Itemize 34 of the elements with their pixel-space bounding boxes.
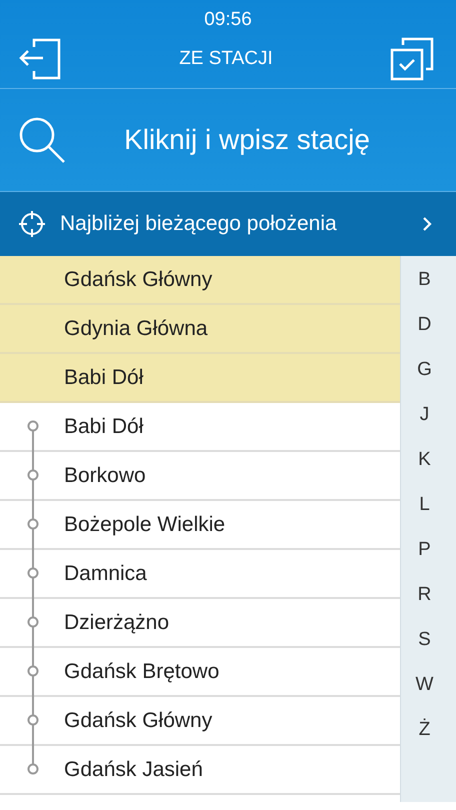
recent-station-item[interactable]: Gdańsk Główny xyxy=(0,256,400,305)
index-letter[interactable]: R xyxy=(401,572,448,617)
station-item[interactable]: Borkowo xyxy=(0,452,400,501)
timeline-node-icon xyxy=(28,647,38,696)
nearby-location-item[interactable]: Najbliżej bieżącego położenia xyxy=(0,192,456,256)
exit-icon[interactable] xyxy=(18,38,62,80)
status-time: 09:56 xyxy=(203,8,253,29)
timeline-node-icon xyxy=(28,549,38,598)
checkbox-copy-icon[interactable] xyxy=(390,36,434,80)
index-letter[interactable]: L xyxy=(401,482,448,527)
index-letter[interactable]: J xyxy=(401,392,448,437)
index-letter[interactable]: Ż xyxy=(401,707,448,752)
index-letter[interactable]: K xyxy=(401,437,448,482)
station-item[interactable]: Gdańsk Brętowo xyxy=(0,648,400,697)
index-letter[interactable]: P xyxy=(401,527,448,572)
timeline-node-icon xyxy=(28,598,38,647)
screen-title: ZE STACJI xyxy=(179,48,273,70)
index-letter[interactable]: D xyxy=(401,302,448,347)
search-icon[interactable] xyxy=(18,116,66,164)
index-letter[interactable]: W xyxy=(401,662,448,707)
index-letter[interactable]: S xyxy=(401,617,448,662)
index-letter[interactable]: G xyxy=(401,347,448,392)
timeline-node-icon xyxy=(28,500,38,549)
chevron-right-icon xyxy=(422,216,432,232)
station-item[interactable]: Gdańsk Jasień xyxy=(0,746,400,795)
recent-station-item[interactable]: Babi Dół xyxy=(0,354,400,403)
station-item[interactable]: Gdańsk Główny xyxy=(0,697,400,746)
station-item[interactable]: Damnica xyxy=(0,550,400,599)
station-item[interactable]: Dzierżążno xyxy=(0,599,400,648)
recent-station-item[interactable]: Gdynia Główna xyxy=(0,305,400,354)
index-letter[interactable]: B xyxy=(401,257,448,302)
crosshair-icon xyxy=(18,210,46,238)
station-item[interactable]: Bożepole Wielkie xyxy=(0,501,400,550)
search-field[interactable]: Kliknij i wpisz stację xyxy=(66,120,428,160)
